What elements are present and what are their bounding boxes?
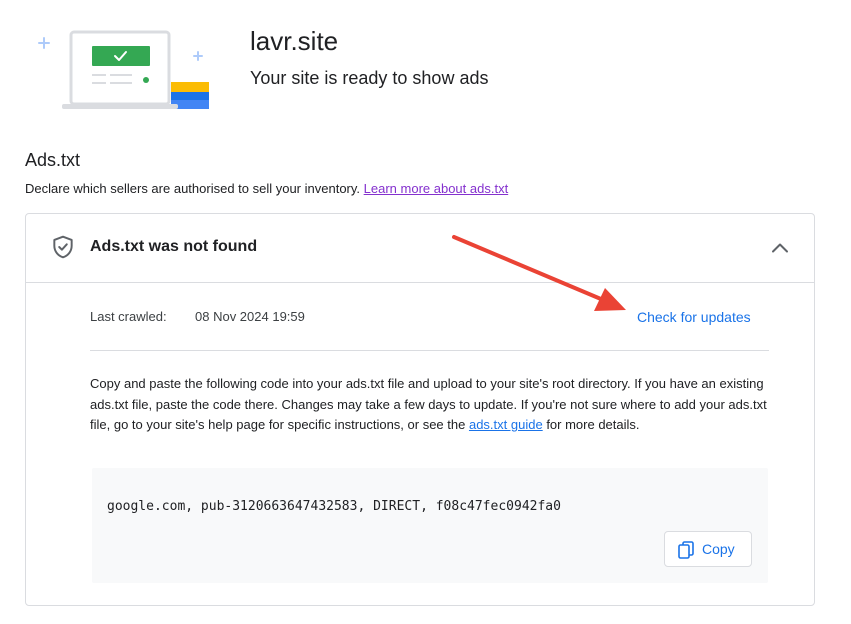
instructions-body: Copy and paste the following code into y… xyxy=(90,376,767,432)
learn-more-link[interactable]: Learn more about ads.txt xyxy=(364,181,509,196)
instructions-end: for more details. xyxy=(546,417,640,432)
site-status: Your site is ready to show ads xyxy=(250,68,489,88)
adstxt-description: Declare which sellers are authorised to … xyxy=(25,181,508,196)
adstxt-section-title: Ads.txt xyxy=(25,150,81,170)
card-header[interactable]: Ads.txt was not found xyxy=(26,214,814,283)
adstxt-description-text: Declare which sellers are authorised to … xyxy=(25,181,361,196)
adstxt-guide-link[interactable]: ads.txt guide xyxy=(469,417,543,432)
copy-icon xyxy=(678,541,694,559)
site-ready-illustration xyxy=(38,30,209,109)
site-name: lavr.site xyxy=(250,26,339,56)
instructions-text: Copy and paste the following code into y… xyxy=(90,374,772,436)
code-snippet-box: google.com, pub-3120663647432583, DIRECT… xyxy=(92,468,768,583)
check-for-updates-link[interactable]: Check for updates xyxy=(637,309,751,325)
divider xyxy=(90,350,769,351)
card-title: Ads.txt was not found xyxy=(90,238,258,255)
chevron-up-icon[interactable] xyxy=(768,236,792,260)
copy-label: Copy xyxy=(702,541,735,557)
adstxt-code-line[interactable]: google.com, pub-3120663647432583, DIRECT… xyxy=(107,499,561,514)
adstxt-status-card: Ads.txt was not found Last crawled: 08 N… xyxy=(25,213,815,606)
shield-check-icon xyxy=(53,235,73,259)
last-crawled-value: 08 Nov 2024 19:59 xyxy=(195,309,305,324)
last-crawled-label: Last crawled: xyxy=(90,309,167,324)
copy-button[interactable]: Copy xyxy=(664,531,752,567)
